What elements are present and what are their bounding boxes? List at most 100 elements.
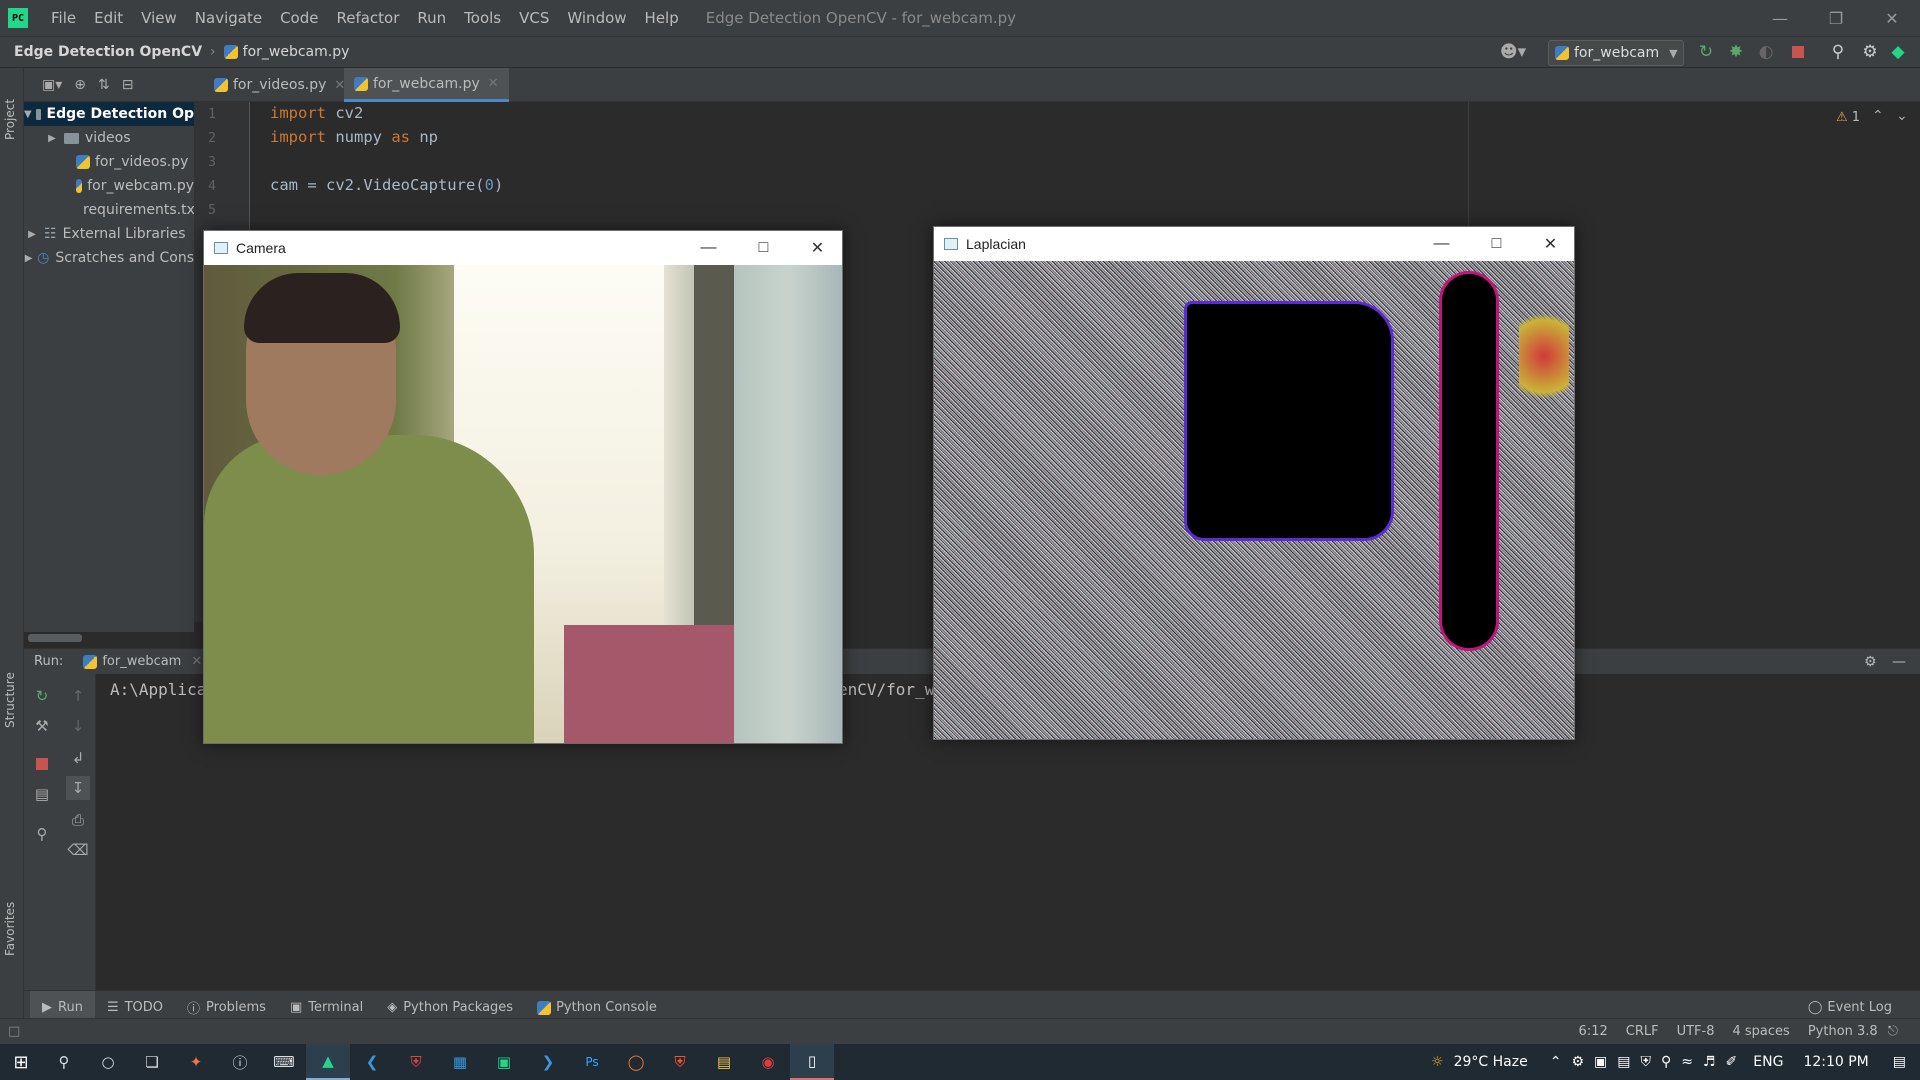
line-separator[interactable]: CRLF	[1626, 1024, 1659, 1039]
powershell-icon[interactable]: ❯	[526, 1044, 570, 1080]
code-with-me-icon[interactable]: ◆	[1886, 40, 1910, 64]
app-icon[interactable]: ✦	[174, 1044, 218, 1080]
stop-icon[interactable]	[1786, 40, 1810, 64]
minimize-button[interactable]: —	[681, 231, 736, 265]
tree-root[interactable]: ▼ Edge Detection Op	[24, 102, 194, 126]
up-arrow-icon[interactable]: ↑	[66, 684, 90, 708]
tree-external-libraries[interactable]: ▶ ☷ External Libraries	[24, 222, 194, 246]
layout-icon[interactable]: ▤	[30, 782, 54, 806]
print-icon[interactable]: ⎙	[66, 808, 90, 832]
clock[interactable]: 12:10 PM	[1803, 1054, 1868, 1070]
recorder-icon[interactable]: ◉	[746, 1044, 790, 1080]
language-indicator[interactable]: ENG	[1753, 1054, 1783, 1070]
vscode-icon[interactable]: ❮	[350, 1044, 394, 1080]
menu-run[interactable]: Run	[408, 9, 455, 27]
camera-window[interactable]: Camera — □ ✕	[203, 230, 843, 744]
python-interpreter[interactable]: Python 3.8	[1808, 1024, 1878, 1039]
close-tab-icon[interactable]: ✕	[488, 76, 499, 91]
close-button[interactable]: ✕	[790, 231, 845, 265]
laplacian-window[interactable]: Laplacian — □ ✕	[933, 226, 1575, 740]
menu-file[interactable]: File	[42, 9, 85, 27]
minimize-panel-icon[interactable]: —	[1892, 654, 1906, 670]
run-config-dropdown[interactable]: for_webcam ▼	[1548, 40, 1684, 66]
down-arrow-icon[interactable]: ↓	[66, 714, 90, 738]
menu-window[interactable]: Window	[558, 9, 635, 27]
close-tab-icon[interactable]: ✕	[191, 654, 202, 669]
run-tab[interactable]: for_webcam ✕	[83, 654, 202, 669]
menu-vcs[interactable]: VCS	[510, 9, 558, 27]
locate-icon[interactable]: ⊕	[74, 77, 86, 93]
project-tool-label[interactable]: Project	[3, 99, 17, 140]
breadcrumb-project[interactable]: Edge Detection OpenCV	[14, 44, 202, 60]
windows-start-icon[interactable]: ⊞	[0, 1044, 42, 1080]
minimize-button[interactable]: —	[1752, 0, 1808, 36]
menu-view[interactable]: View	[132, 9, 186, 27]
tab-for-webcam[interactable]: for_webcam.py ✕	[344, 68, 509, 102]
tray-shield-icon[interactable]: ⛨	[1640, 1054, 1651, 1070]
pin-icon[interactable]: ⚲	[30, 822, 54, 846]
terminal-app-icon[interactable]: ⌨	[262, 1044, 306, 1080]
coverage-icon[interactable]: ◐	[1754, 40, 1778, 64]
laplacian-titlebar[interactable]: Laplacian — □ ✕	[934, 227, 1574, 261]
store-icon[interactable]: ▦	[438, 1044, 482, 1080]
menu-help[interactable]: Help	[636, 9, 688, 27]
maximize-button[interactable]: □	[736, 231, 791, 265]
warning-indicator[interactable]: ⚠ 1	[1836, 110, 1860, 125]
wrench-icon[interactable]: ⚒	[30, 714, 54, 738]
gear-icon[interactable]: ⚙	[1858, 40, 1882, 64]
tree-item-requirements[interactable]: requirements.tx	[24, 198, 194, 222]
restore-button[interactable]: ❐	[1808, 0, 1864, 36]
close-button[interactable]: ✕	[1523, 227, 1578, 261]
camera-titlebar[interactable]: Camera — □ ✕	[204, 231, 842, 265]
trash-icon[interactable]: ⌫	[66, 838, 90, 862]
debug-icon[interactable]: ✸	[1724, 40, 1748, 64]
tree-item-for-webcam[interactable]: for_webcam.py	[24, 174, 194, 198]
wifi-icon[interactable]: ≈	[1681, 1054, 1693, 1070]
user-icon[interactable]: ☻▾	[1496, 40, 1530, 64]
maximize-button[interactable]: □	[1469, 227, 1524, 261]
close-button[interactable]: ✕	[1864, 0, 1920, 36]
view-selector-icon[interactable]: ▣▾	[42, 77, 62, 93]
minimize-button[interactable]: —	[1414, 227, 1469, 261]
task-view-icon[interactable]: ❏	[130, 1044, 174, 1080]
file-explorer-icon[interactable]: ▤	[702, 1044, 746, 1080]
blender-icon[interactable]: ◯	[614, 1044, 658, 1080]
search-icon[interactable]: ⚲	[1826, 40, 1850, 64]
scroll-to-end-icon[interactable]: ↧	[66, 776, 90, 800]
tab-for-videos[interactable]: for_videos.py ✕	[204, 68, 355, 102]
photoshop-icon[interactable]: Ps	[570, 1044, 614, 1080]
favorites-tool-label[interactable]: Favorites	[3, 902, 17, 956]
opencv-window-icon[interactable]: ▯	[790, 1044, 834, 1080]
stop-icon[interactable]	[30, 752, 54, 776]
menu-refactor[interactable]: Refactor	[327, 9, 408, 27]
gear-icon[interactable]: ⚙	[1864, 654, 1877, 670]
notification-icon[interactable]: ▤	[1893, 1054, 1906, 1070]
horizontal-scrollbar[interactable]	[28, 634, 82, 642]
tray-b-icon[interactable]: ▣	[1594, 1054, 1607, 1070]
rerun-icon[interactable]: ↻	[1694, 40, 1718, 64]
pycharm-taskbar-icon[interactable]: ▲	[306, 1044, 350, 1080]
tree-item-for-videos[interactable]: for_videos.py	[24, 150, 194, 174]
rerun-icon[interactable]: ↻	[30, 684, 54, 708]
expand-all-icon[interactable]: ⇅	[98, 77, 110, 93]
menu-navigate[interactable]: Navigate	[186, 9, 271, 27]
file-encoding[interactable]: UTF-8	[1677, 1024, 1715, 1039]
caret-position[interactable]: 6:12	[1579, 1024, 1608, 1039]
tray-app-icon[interactable]: ⚙	[1571, 1054, 1584, 1070]
structure-tool-label[interactable]: Structure	[3, 672, 17, 728]
tray-drive-icon[interactable]: ▤	[1617, 1054, 1630, 1070]
lock-icon[interactable]: ⎋	[1888, 1024, 1898, 1039]
menu-code[interactable]: Code	[271, 9, 327, 27]
weather-text[interactable]: 29°C Haze	[1454, 1054, 1528, 1070]
pen-icon[interactable]: ✐	[1726, 1054, 1738, 1070]
menu-tools[interactable]: Tools	[455, 9, 510, 27]
breadcrumb-file[interactable]: for_webcam.py	[223, 44, 349, 60]
collapse-all-icon[interactable]: ⊟	[122, 77, 134, 93]
soft-wrap-icon[interactable]: ↲	[66, 746, 90, 770]
next-highlight-icon[interactable]: ⌄	[1896, 108, 1908, 124]
unreal-icon[interactable]: ⓘ	[218, 1044, 262, 1080]
previous-highlight-icon[interactable]: ⌃	[1872, 108, 1884, 124]
menu-edit[interactable]: Edit	[85, 9, 132, 27]
indent-setting[interactable]: 4 spaces	[1733, 1024, 1790, 1039]
tree-item-videos[interactable]: ▶ videos	[24, 126, 194, 150]
